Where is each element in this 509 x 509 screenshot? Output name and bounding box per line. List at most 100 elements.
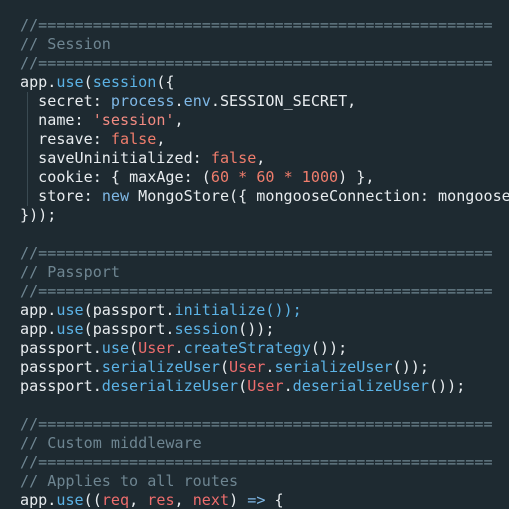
code-token-method: use — [56, 320, 84, 338]
code-token-method: serializeUser — [101, 358, 220, 376]
code-line[interactable]: saveUninitialized: false, — [20, 149, 509, 168]
code-line[interactable]: app.use(passport.initialize()); — [20, 301, 509, 320]
code-token-method: session — [92, 73, 157, 91]
code-token-plain: passport — [20, 377, 93, 395]
code-token-punct: : { — [92, 168, 130, 186]
code-token-comment: //======================================… — [20, 415, 493, 433]
code-line[interactable]: app.use(session({ — [20, 73, 509, 92]
code-token-keyword: process — [110, 92, 175, 110]
code-token-punct: ()); — [238, 320, 275, 338]
code-token-plain: MongoStore({ mongooseConnection: mongoos… — [138, 187, 509, 205]
code-token-class: req — [101, 491, 130, 509]
code-token-punct: ()); — [428, 377, 466, 395]
code-token-key: resave — [20, 130, 93, 148]
code-line[interactable]: cookie: { maxAge: (60 * 60 * 1000) }, — [20, 168, 509, 187]
code-token-punct: . — [92, 377, 102, 395]
code-line[interactable] — [20, 225, 509, 244]
code-line[interactable]: secret: process.env.SESSION_SECRET, — [20, 92, 509, 111]
code-token-method: deserializeUser — [292, 377, 429, 395]
code-token-plain: app — [20, 301, 48, 319]
code-token-punct: . — [47, 73, 57, 91]
code-token-class: User — [229, 358, 266, 376]
code-line[interactable]: passport.use(User.createStrategy()); — [20, 339, 509, 358]
code-token-class: User — [247, 377, 284, 395]
code-token-comment: // Applies to all routes — [20, 472, 239, 490]
code-token-punct: ( — [83, 73, 93, 91]
code-token-key: saveUninitialized — [20, 149, 193, 167]
code-token-method: session — [174, 320, 239, 338]
code-line[interactable]: // Passport — [20, 263, 509, 282]
code-token-plain: app — [20, 73, 48, 91]
code-area[interactable]: //======================================… — [20, 16, 509, 509]
code-line[interactable]: // Applies to all routes — [20, 472, 509, 491]
code-line[interactable]: passport.serializeUser(User.serializeUse… — [20, 358, 509, 377]
code-token-punct: : — [92, 92, 111, 110]
code-token-punct: . — [283, 377, 293, 395]
code-token-punct: ) }, — [338, 168, 375, 186]
code-line[interactable]: //======================================… — [20, 16, 509, 35]
code-token-comment: //======================================… — [20, 453, 493, 471]
code-token-punct: (passport. — [83, 320, 175, 338]
code-token-key: name — [20, 111, 75, 129]
code-line[interactable]: //======================================… — [20, 415, 509, 434]
code-token-keyword: => — [247, 491, 266, 509]
code-token-comment: // Passport — [20, 263, 120, 281]
code-token-punct: . — [174, 339, 184, 357]
code-token-punct: ()); — [392, 358, 429, 376]
code-token-method: use — [101, 339, 130, 357]
code-token-plain: passport — [20, 358, 93, 376]
code-token-keyword: new — [101, 187, 130, 205]
code-token-punct: ( — [129, 339, 139, 357]
code-token-comment: //======================================… — [20, 282, 493, 300]
code-token-punct: ( — [219, 358, 230, 376]
code-token-op: * — [274, 168, 302, 186]
code-line[interactable]: resave: false, — [20, 130, 509, 149]
code-token-punct: , — [174, 111, 184, 129]
code-token-class: res — [147, 491, 175, 509]
code-token-method: initialize — [174, 301, 266, 319]
code-line[interactable]: app.use(passport.session()); — [20, 320, 509, 339]
code-token-punct: , — [174, 491, 193, 509]
code-token-punct: . — [174, 92, 184, 110]
code-token-punct: : — [192, 149, 211, 167]
code-token-key: maxAge — [129, 168, 184, 186]
code-token-punct: , — [256, 149, 266, 167]
code-line[interactable]: passport.deserializeUser(User.deserializ… — [20, 377, 509, 396]
code-token-punct: : — [83, 187, 102, 205]
code-token-punct: , — [129, 491, 148, 509]
code-editor[interactable]: //======================================… — [0, 0, 509, 509]
code-token-comment: //======================================… — [20, 244, 493, 262]
code-line[interactable]: //======================================… — [20, 282, 509, 301]
code-token-plain: .SESSION_SECRET, — [210, 92, 357, 110]
code-token-plain: app — [20, 320, 48, 338]
code-line[interactable]: // Custom middleware — [20, 434, 509, 453]
code-token-comment: //======================================… — [20, 16, 493, 34]
code-token-key: secret — [20, 92, 93, 110]
code-token-method: use — [56, 73, 84, 91]
code-line[interactable] — [20, 396, 509, 415]
code-token-punct: { — [265, 491, 284, 509]
code-line[interactable]: })); — [20, 206, 509, 225]
code-token-punct: , — [156, 130, 166, 148]
code-token-key: cookie — [20, 168, 93, 186]
code-token-punct: . — [47, 320, 57, 338]
code-token-class: next — [192, 491, 230, 509]
code-token-num: 60 — [210, 168, 230, 186]
code-token-method: serializeUser — [274, 358, 393, 376]
code-token-punct: (( — [83, 491, 102, 509]
code-line[interactable]: //======================================… — [20, 54, 509, 73]
code-token-method: use — [56, 491, 84, 509]
code-token-keyword: env — [183, 92, 211, 110]
code-line[interactable]: store: new MongoStore({ mongooseConnecti… — [20, 187, 509, 206]
code-token-class: User — [138, 339, 175, 357]
code-token-num: 1000 — [301, 168, 339, 186]
code-line[interactable]: app.use((req, res, next) => { — [20, 491, 509, 509]
code-line[interactable]: // Session — [20, 35, 509, 54]
code-line[interactable]: //======================================… — [20, 453, 509, 472]
code-line[interactable]: //======================================… — [20, 244, 509, 263]
code-token-punct: : ( — [183, 168, 211, 186]
code-token-punct: : — [92, 130, 111, 148]
code-token-comment: //======================================… — [20, 54, 493, 72]
code-line[interactable]: name: 'session', — [20, 111, 509, 130]
code-token-punct: ({ — [156, 73, 175, 91]
